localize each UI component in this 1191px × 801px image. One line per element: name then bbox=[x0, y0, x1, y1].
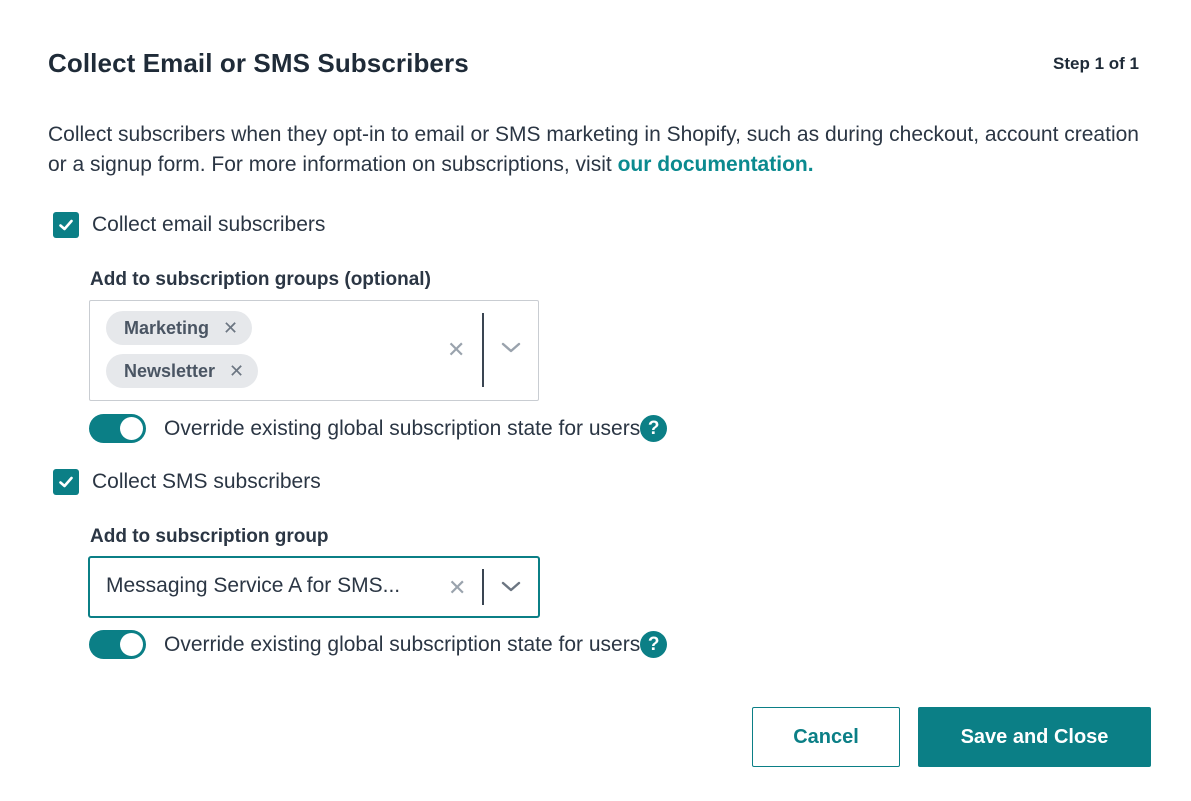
email-checkbox-row[interactable]: Collect email subscribers bbox=[53, 212, 325, 238]
step-indicator: Step 1 of 1 bbox=[1053, 54, 1139, 73]
email-groups-select[interactable]: Marketing ✕ Newsletter ✕ ✕ bbox=[89, 300, 539, 401]
save-and-close-button[interactable]: Save and Close bbox=[918, 707, 1151, 767]
chevron-down-icon[interactable] bbox=[500, 341, 522, 355]
sms-checkbox[interactable] bbox=[53, 469, 79, 495]
clear-icon[interactable]: ✕ bbox=[448, 575, 466, 601]
sms-checkbox-row[interactable]: Collect SMS subscribers bbox=[53, 469, 321, 495]
email-override-row: Override existing global subscription st… bbox=[89, 414, 668, 443]
sms-group-label: Add to subscription group bbox=[90, 526, 329, 547]
description-text: Collect subscribers when they opt-in to … bbox=[48, 123, 1139, 176]
sms-group-select[interactable]: Messaging Service A for SMS... ✕ bbox=[88, 556, 540, 618]
sms-override-label: Override existing global subscription st… bbox=[164, 632, 641, 656]
dialog-description: Collect subscribers when they opt-in to … bbox=[48, 120, 1148, 180]
clear-icon[interactable]: ✕ bbox=[447, 337, 465, 363]
email-groups-label: Add to subscription groups (optional) bbox=[90, 269, 431, 290]
close-icon[interactable]: ✕ bbox=[223, 318, 238, 339]
select-divider bbox=[482, 569, 484, 605]
tag-marketing: Marketing ✕ bbox=[106, 311, 253, 345]
select-divider bbox=[482, 313, 484, 387]
sms-group-value: Messaging Service A for SMS... bbox=[106, 574, 401, 597]
question-circle-icon[interactable]: ? bbox=[640, 631, 668, 658]
question-circle-icon[interactable]: ? bbox=[640, 415, 668, 442]
toggle-knob bbox=[120, 633, 143, 656]
email-checkbox-label: Collect email subscribers bbox=[92, 213, 326, 236]
email-override-toggle[interactable] bbox=[89, 414, 146, 443]
cancel-button[interactable]: Cancel bbox=[752, 707, 900, 767]
email-checkbox[interactable] bbox=[53, 212, 79, 238]
tag-label: Newsletter bbox=[124, 360, 216, 381]
tag-label: Marketing bbox=[124, 317, 210, 338]
check-icon bbox=[59, 219, 73, 231]
dialog-title: Collect Email or SMS Subscribers bbox=[48, 48, 469, 78]
toggle-knob bbox=[120, 417, 143, 440]
chevron-down-icon[interactable] bbox=[500, 580, 522, 594]
email-override-label: Override existing global subscription st… bbox=[164, 416, 641, 440]
documentation-link[interactable]: our documentation. bbox=[618, 153, 814, 176]
sms-override-toggle[interactable] bbox=[89, 630, 146, 659]
sms-override-row: Override existing global subscription st… bbox=[89, 630, 668, 659]
tag-newsletter: Newsletter ✕ bbox=[106, 354, 259, 388]
sms-checkbox-label: Collect SMS subscribers bbox=[92, 470, 321, 493]
check-icon bbox=[59, 476, 73, 488]
close-icon[interactable]: ✕ bbox=[229, 361, 244, 382]
